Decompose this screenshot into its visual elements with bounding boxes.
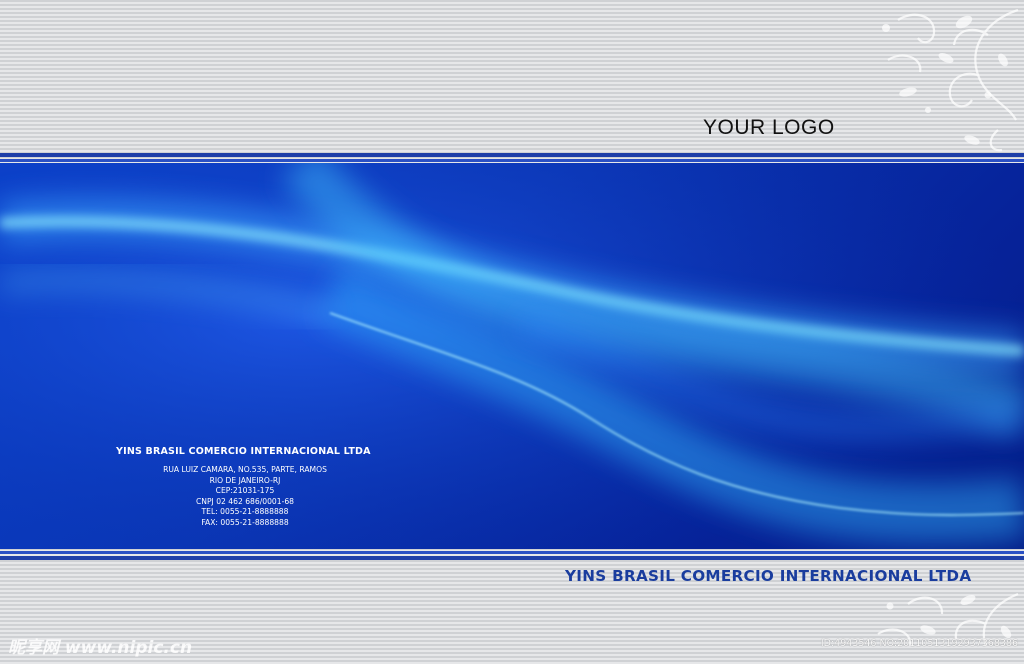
company-name-large: YINS BRASIL COMERCIO INTERNACIONAL LTDA bbox=[565, 567, 972, 585]
watermark-id: ID:4943546 NO:20110513192937368386 bbox=[820, 638, 1018, 649]
company-name-small: YINS BRASIL COMERCIO INTERNACIONAL LTDA bbox=[116, 446, 371, 457]
top-rule-inner bbox=[0, 159, 1024, 162]
floral-ornament-icon bbox=[882, 8, 1019, 152]
bottom-rule-inner bbox=[0, 551, 1024, 554]
address-line: FAX: 0055-21-8888888 bbox=[201, 517, 289, 527]
address-line: TEL: 0055-21-8888888 bbox=[201, 507, 289, 517]
address-line: CEP:21031-175 bbox=[215, 486, 275, 496]
address-block: RUA LUIZ CAMARA, NO.535, PARTE, RAMOS RI… bbox=[131, 465, 359, 529]
watermark-site: 昵享网 www.nipic.cn bbox=[8, 638, 193, 658]
top-rule-outer bbox=[0, 153, 1024, 157]
address-line: RIO DE JANEIRO-RJ bbox=[209, 475, 281, 485]
bottom-rule-outer bbox=[0, 556, 1024, 560]
logo-text: YOUR LOGO bbox=[703, 116, 835, 139]
address-line: RUA LUIZ CAMARA, NO.535, PARTE, RAMOS bbox=[163, 465, 327, 474]
address-line: CNPJ 02 462 686/0001-68 bbox=[196, 496, 294, 506]
floral-ornament-icon bbox=[877, 592, 1019, 647]
